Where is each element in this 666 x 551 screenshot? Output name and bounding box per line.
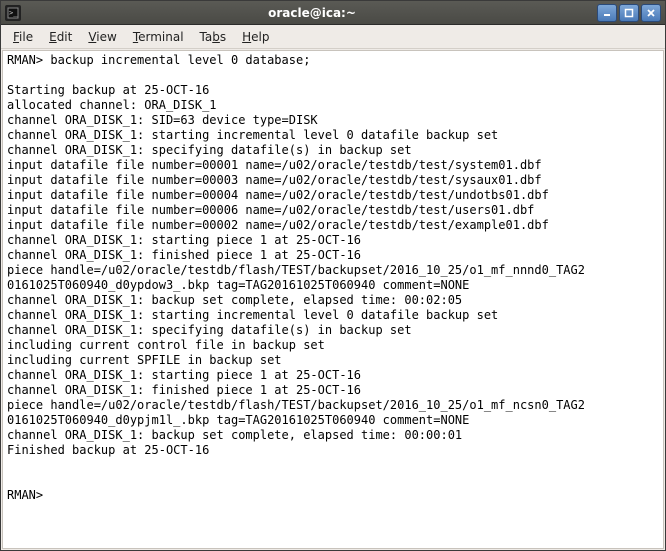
terminal-line: input datafile file number=00004 name=/u… (7, 188, 659, 203)
titlebar: >_ oracle@ica:~ (1, 1, 665, 25)
terminal-line: input datafile file number=00003 name=/u… (7, 173, 659, 188)
menu-edit-rest: dit (57, 30, 73, 44)
menu-help[interactable]: Help (236, 28, 275, 46)
terminal-line: channel ORA_DISK_1: finished piece 1 at … (7, 383, 659, 398)
terminal-line: channel ORA_DISK_1: specifying datafile(… (7, 143, 659, 158)
terminal-line: channel ORA_DISK_1: backup set complete,… (7, 428, 659, 443)
terminal-line: channel ORA_DISK_1: starting piece 1 at … (7, 233, 659, 248)
terminal-line (7, 458, 659, 473)
app-icon: >_ (5, 5, 21, 21)
window-controls (597, 4, 661, 22)
menu-tabs[interactable]: Tabs (194, 28, 233, 46)
terminal-line: channel ORA_DISK_1: finished piece 1 at … (7, 248, 659, 263)
terminal-line: input datafile file number=00001 name=/u… (7, 158, 659, 173)
menu-file-rest: ile (19, 30, 33, 44)
terminal-line: channel ORA_DISK_1: specifying datafile(… (7, 323, 659, 338)
terminal-line: channel ORA_DISK_1: backup set complete,… (7, 293, 659, 308)
terminal-line: RMAN> (7, 488, 659, 503)
menu-file[interactable]: File (7, 28, 39, 46)
terminal-line: including current SPFILE in backup set (7, 353, 659, 368)
minimize-button[interactable] (597, 4, 617, 22)
terminal-line: channel ORA_DISK_1: SID=63 device type=D… (7, 113, 659, 128)
terminal-line: channel ORA_DISK_1: starting incremental… (7, 308, 659, 323)
menu-help-rest: elp (251, 30, 269, 44)
window-title: oracle@ica:~ (27, 6, 597, 20)
close-button[interactable] (641, 4, 661, 22)
terminal-line: Starting backup at 25-OCT-16 (7, 83, 659, 98)
menu-tabs-rest: s (220, 30, 226, 44)
terminal-line: 0161025T060940_d0ypdow3_.bkp tag=TAG2016… (7, 278, 659, 293)
terminal-line (7, 473, 659, 488)
terminal-line: channel ORA_DISK_1: starting piece 1 at … (7, 368, 659, 383)
maximize-button[interactable] (619, 4, 639, 22)
terminal-line: allocated channel: ORA_DISK_1 (7, 98, 659, 113)
terminal-line: input datafile file number=00002 name=/u… (7, 218, 659, 233)
menu-terminal[interactable]: Terminal (127, 28, 190, 46)
terminal-line: Finished backup at 25-OCT-16 (7, 443, 659, 458)
terminal-output[interactable]: RMAN> backup incremental level 0 databas… (2, 50, 664, 549)
terminal-wrap: RMAN> backup incremental level 0 databas… (1, 49, 665, 550)
terminal-line (7, 68, 659, 83)
terminal-line: input datafile file number=00006 name=/u… (7, 203, 659, 218)
terminal-line: RMAN> backup incremental level 0 databas… (7, 53, 659, 68)
menubar: File Edit View Terminal Tabs Help (1, 25, 665, 49)
menu-terminal-rest: erminal (138, 30, 183, 44)
terminal-line: piece handle=/u02/oracle/testdb/flash/TE… (7, 263, 659, 278)
terminal-window: >_ oracle@ica:~ File Edit View Terminal … (0, 0, 666, 551)
terminal-line: piece handle=/u02/oracle/testdb/flash/TE… (7, 398, 659, 413)
terminal-line: channel ORA_DISK_1: starting incremental… (7, 128, 659, 143)
menu-edit[interactable]: Edit (43, 28, 78, 46)
menu-view-rest: iew (96, 30, 117, 44)
menu-view[interactable]: View (82, 28, 122, 46)
svg-text:>_: >_ (9, 9, 18, 17)
terminal-line: 0161025T060940_d0ypjm1l_.bkp tag=TAG2016… (7, 413, 659, 428)
terminal-line: including current control file in backup… (7, 338, 659, 353)
